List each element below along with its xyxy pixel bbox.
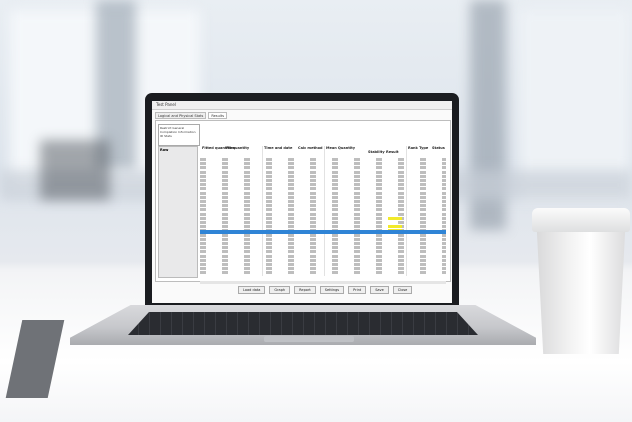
grid-row[interactable] [200, 242, 446, 245]
filter-list[interactable]: Restrict General Completion Information … [158, 124, 200, 146]
grid-row[interactable] [200, 237, 446, 241]
coffee-cup [536, 214, 626, 354]
grid-row[interactable] [200, 225, 446, 229]
highlighted-cell [388, 225, 402, 229]
grid-row[interactable] [200, 216, 446, 220]
column-header: Rank Type [408, 146, 429, 150]
grid-row[interactable] [200, 187, 446, 191]
grid-row[interactable] [200, 258, 446, 262]
settings-button[interactable]: Settings [319, 286, 345, 294]
row-header-column: Row [158, 146, 198, 278]
grid-row[interactable] [200, 246, 446, 250]
report-button[interactable]: Report [294, 286, 316, 294]
grid-row[interactable] [200, 212, 446, 216]
column-header: Calc method [298, 146, 323, 150]
grid-row[interactable] [200, 250, 446, 254]
grid-row[interactable] [200, 166, 446, 170]
horizontal-scrollbar[interactable] [200, 281, 446, 284]
grid-row[interactable] [200, 195, 446, 199]
grid-row[interactable] [200, 158, 446, 161]
row-header-label: Row [160, 148, 169, 152]
photo-scene: Test Panel Logical and Physical Stats Re… [0, 0, 632, 422]
grid-row[interactable] [200, 208, 446, 212]
grid-row[interactable] [200, 271, 446, 275]
grid-row[interactable] [200, 221, 446, 224]
grid-row[interactable] [200, 170, 446, 174]
trackpad [264, 336, 354, 342]
window-title: Test Panel [152, 101, 452, 110]
coffee-cup-lid [532, 208, 630, 232]
column-header: Stability [368, 150, 385, 154]
grid-row[interactable] [200, 233, 446, 237]
tab-stats[interactable]: Logical and Physical Stats [155, 112, 207, 119]
column-header: Fit quantity [226, 146, 250, 150]
tab-bar: Logical and Physical Stats Results [155, 112, 228, 119]
grid-row[interactable] [200, 200, 446, 203]
grid-row[interactable] [200, 179, 446, 182]
save-button[interactable]: Save [370, 286, 389, 294]
results-pane: Restrict General Completion Information … [155, 120, 451, 282]
load-button[interactable]: Load data [238, 286, 266, 294]
column-header: Time and date [264, 146, 293, 150]
background-chair [40, 140, 110, 200]
button-bar: Load data Graph Report Settings Print Sa… [238, 286, 413, 294]
selected-row[interactable] [200, 230, 446, 234]
filter-item[interactable]: ID Stats [160, 134, 198, 138]
grid-row[interactable] [200, 254, 446, 258]
results-grid[interactable]: Fitted quantities Fit quantity Time and … [200, 146, 446, 276]
laptop-screen: Test Panel Logical and Physical Stats Re… [152, 101, 452, 303]
column-header: Result [386, 150, 399, 154]
grid-row[interactable] [200, 174, 446, 178]
tab-results[interactable]: Results [208, 112, 228, 119]
column-header: Status [432, 146, 445, 150]
grid-row[interactable] [200, 204, 446, 208]
keyboard [128, 312, 478, 335]
close-button[interactable]: Close [392, 286, 413, 294]
column-header: Mean Quantity [326, 146, 356, 150]
grid-row[interactable] [200, 162, 446, 166]
grid-row[interactable] [200, 191, 446, 195]
grid-row[interactable] [200, 263, 446, 266]
print-button[interactable]: Print [348, 286, 367, 294]
grid-row[interactable] [200, 267, 446, 271]
grid-row[interactable] [200, 183, 446, 187]
graph-button[interactable]: Graph [269, 286, 291, 294]
highlighted-cell [388, 216, 402, 220]
